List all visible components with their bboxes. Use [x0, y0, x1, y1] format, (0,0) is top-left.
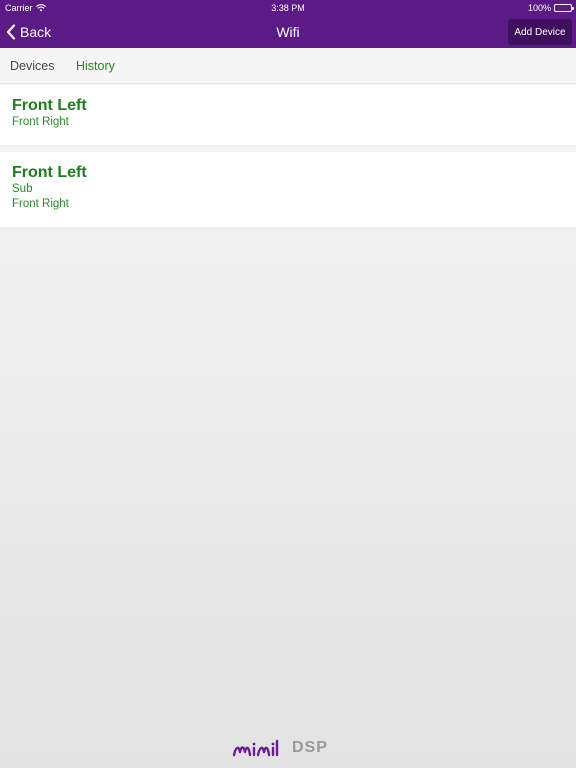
navigation-bar: Back Wifi Add Device	[0, 16, 576, 48]
page-title: Wifi	[276, 24, 300, 40]
history-item[interactable]: Front Left Front Right	[0, 85, 576, 145]
tab-devices[interactable]: Devices	[10, 59, 54, 73]
logo-mini-wordmark	[232, 739, 279, 757]
history-item-line: Front Right	[12, 198, 69, 210]
battery-icon	[554, 4, 574, 12]
back-label: Back	[20, 24, 52, 40]
status-time: 3:38 PM	[271, 3, 305, 13]
back-button[interactable]: Back	[6, 22, 51, 42]
history-item-line: Sub	[12, 183, 33, 195]
add-device-button[interactable]: Add Device	[508, 19, 572, 45]
tab-history[interactable]: History	[76, 59, 115, 73]
history-item-title: Front Left	[12, 164, 87, 181]
minidsp-logo: DSP	[232, 737, 347, 759]
history-item-line: Front Right	[12, 116, 69, 128]
chevron-left-icon	[6, 24, 16, 40]
status-bar: Carrier 3:38 PM 100%	[0, 0, 576, 16]
tab-bar: Devices History	[0, 48, 576, 84]
battery-status: 100%	[527, 3, 574, 13]
battery-percent: 100%	[527, 3, 551, 13]
history-item[interactable]: Front Left Sub Front Right	[0, 152, 576, 227]
logo-dsp-text: DSP	[292, 739, 328, 756]
history-item-title: Front Left	[12, 97, 87, 114]
top-bar: Carrier 3:38 PM 100% Back Wifi Add Devic…	[0, 0, 576, 48]
